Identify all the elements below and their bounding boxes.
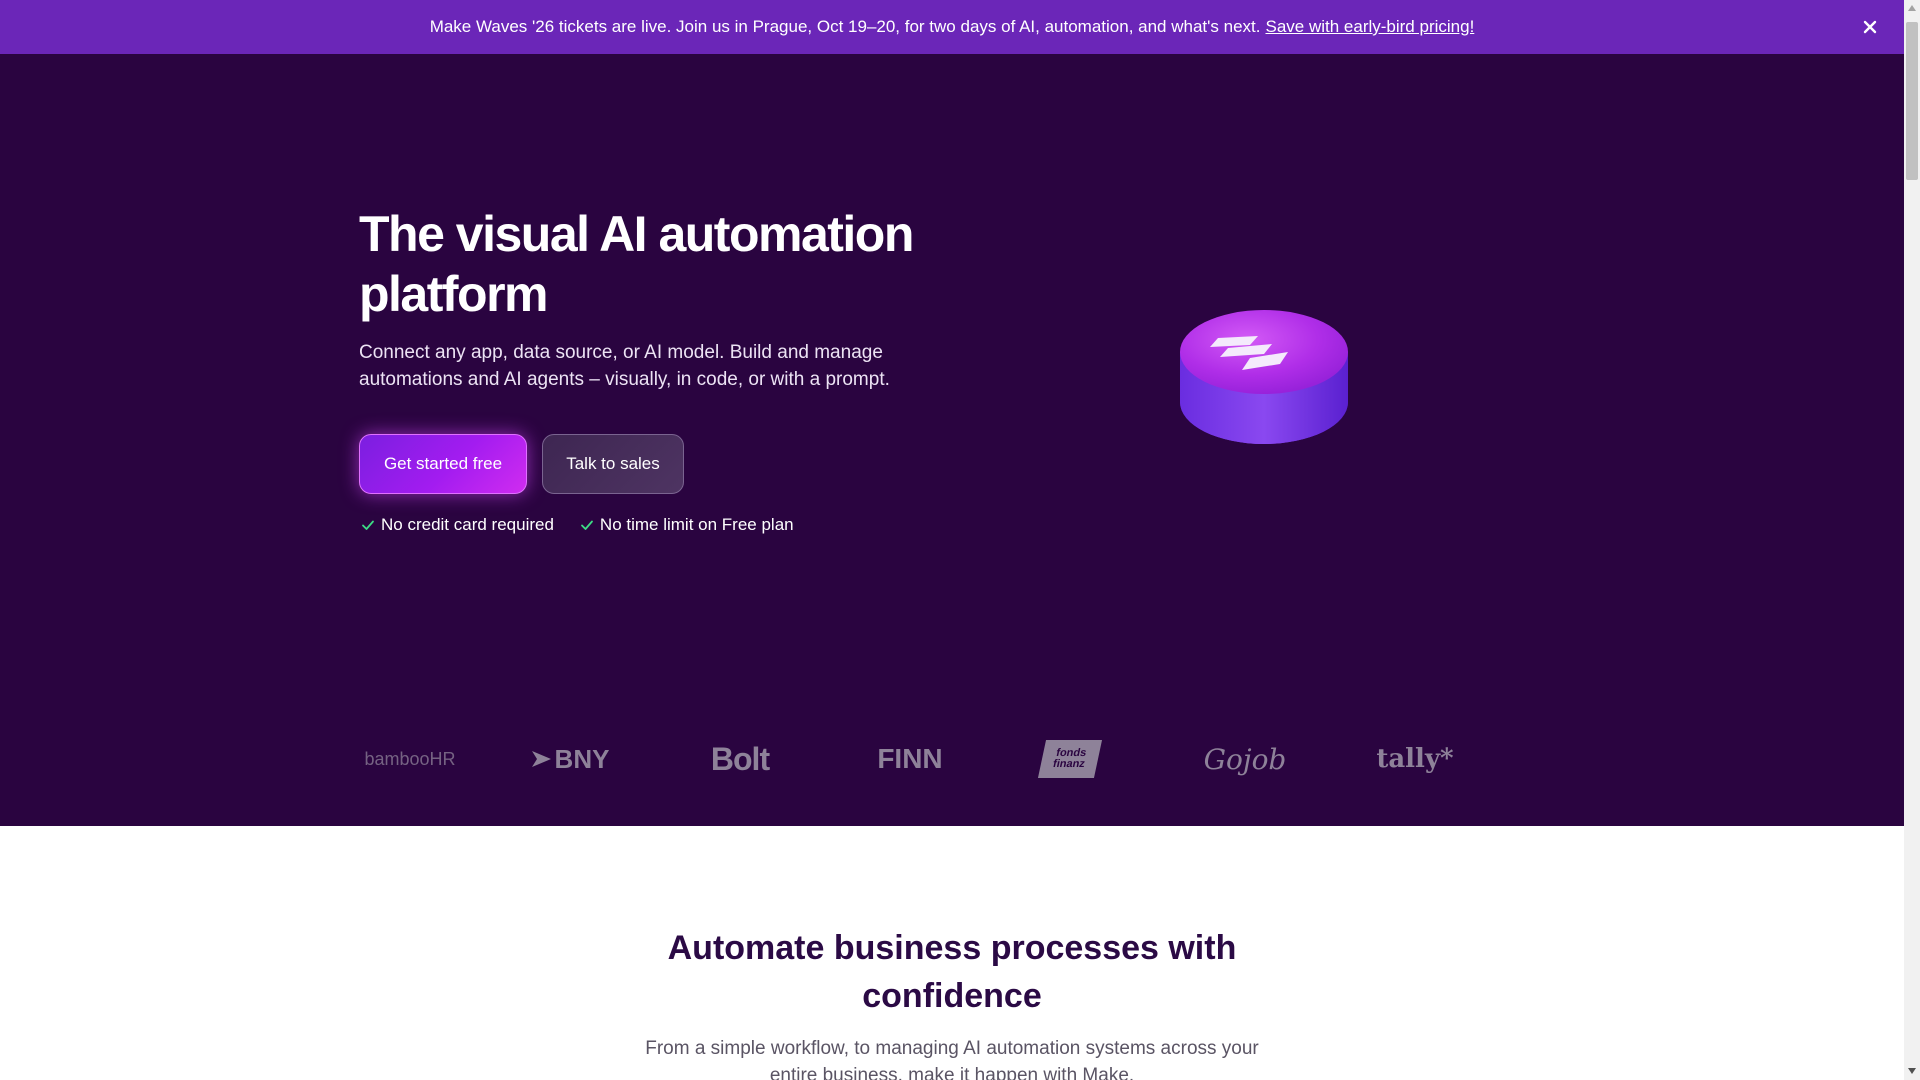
logo-fonds-finanz-text: fonds finanz xyxy=(1051,747,1088,770)
logo-bny-text: BNY xyxy=(554,743,610,774)
page: Make Waves '26 tickets are live. Join us… xyxy=(0,0,1904,1080)
early-bird-link[interactable]: Save with early-bird pricing! xyxy=(1265,17,1474,36)
logo-fonds-finanz: fonds finanz xyxy=(1037,729,1103,789)
check-item-no-credit-card: No credit card required xyxy=(361,515,554,535)
make-logo-disc-icon xyxy=(1170,304,1360,454)
check-icon xyxy=(362,520,374,530)
logo-bamboohr-text: bambooHR xyxy=(364,748,456,769)
check-label: No credit card required xyxy=(381,515,554,534)
logo-finn: FINN xyxy=(860,729,960,789)
hero-section: The visual AI automation platform Connec… xyxy=(0,54,1904,826)
bny-arrow-icon xyxy=(531,751,551,767)
get-started-button[interactable]: Get started free xyxy=(359,434,527,494)
hero-subtitle: Connect any app, data source, or AI mode… xyxy=(359,342,890,390)
scrollbar-thumb[interactable] xyxy=(1906,22,1918,180)
scrollbar[interactable] xyxy=(1904,0,1920,1080)
logo-bolt: Bolt xyxy=(690,729,790,789)
logo-finn-text: FINN xyxy=(877,743,943,774)
logo-tally: tally* xyxy=(1370,729,1460,789)
section-subtitle: From a simple workflow, to managing AI a… xyxy=(645,1038,1259,1080)
check-icon xyxy=(581,520,593,530)
customer-logos: bambooHR BNY Bolt FINN fonds finanz Gojo… xyxy=(360,729,1480,789)
hero-title: The visual AI automation platform xyxy=(359,206,914,322)
logo-gojob: Gojob xyxy=(1204,729,1287,789)
section-title: Automate business processes with confide… xyxy=(667,929,1237,1015)
scroll-up-arrow-icon[interactable] xyxy=(1908,5,1916,11)
logo-bamboohr: bambooHR xyxy=(360,729,460,789)
logo-tally-text: tally* xyxy=(1376,744,1454,774)
announcement-bar: Make Waves '26 tickets are live. Join us… xyxy=(0,0,1904,54)
close-icon[interactable] xyxy=(1858,15,1882,39)
check-item-no-time-limit: No time limit on Free plan xyxy=(580,515,794,535)
logo-bny: BNY xyxy=(520,729,620,789)
logo-gojob-text: Gojob xyxy=(1203,742,1287,776)
check-label: No time limit on Free plan xyxy=(599,515,794,534)
benefit-checks: No credit card required No time limit on… xyxy=(361,515,794,535)
automate-section: Automate business processes with confide… xyxy=(0,826,1904,1080)
announcement-text: Make Waves '26 tickets are live. Join us… xyxy=(430,17,1475,37)
logo-bolt-text: Bolt xyxy=(710,740,770,777)
scroll-down-arrow-icon[interactable] xyxy=(1908,1068,1916,1074)
talk-to-sales-button[interactable]: Talk to sales xyxy=(542,434,684,494)
announcement-message: Make Waves '26 tickets are live. Join us… xyxy=(429,17,1261,36)
